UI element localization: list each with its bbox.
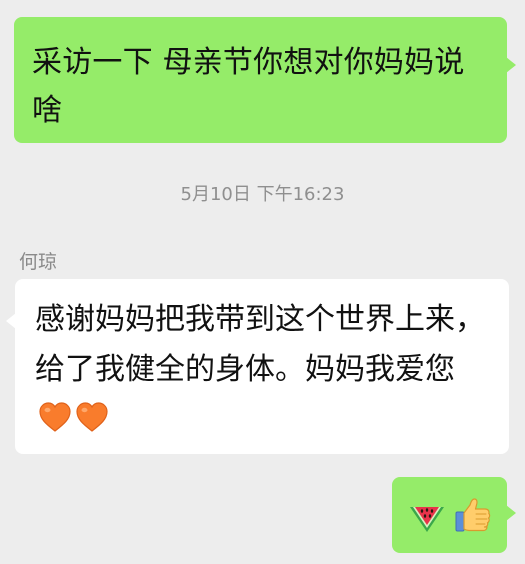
outgoing-message-bubble[interactable]: 采访一下 母亲节你想对你妈妈说啥 bbox=[14, 17, 516, 143]
message-timestamp: 5月10日 下午16:23 bbox=[180, 184, 345, 205]
outgoing-message-text: 采访一下 母亲节你想对你妈妈说啥 bbox=[32, 45, 465, 128]
incoming-message-bubble[interactable]: 感谢妈妈把我带到这个世界上来，给了我健全的身体。妈妈我爱您 bbox=[6, 279, 509, 454]
outgoing-emoji-bubble[interactable] bbox=[392, 477, 516, 553]
sender-name: 何琼 bbox=[19, 251, 58, 273]
watermelon-icon bbox=[409, 507, 444, 532]
orange-heart-icon bbox=[76, 402, 108, 432]
thumbs-up-icon bbox=[455, 498, 490, 532]
orange-heart-icon bbox=[39, 402, 71, 432]
incoming-message-text: 感谢妈妈把我带到这个世界上来，给了我健全的身体。妈妈我爱您 bbox=[35, 302, 485, 387]
